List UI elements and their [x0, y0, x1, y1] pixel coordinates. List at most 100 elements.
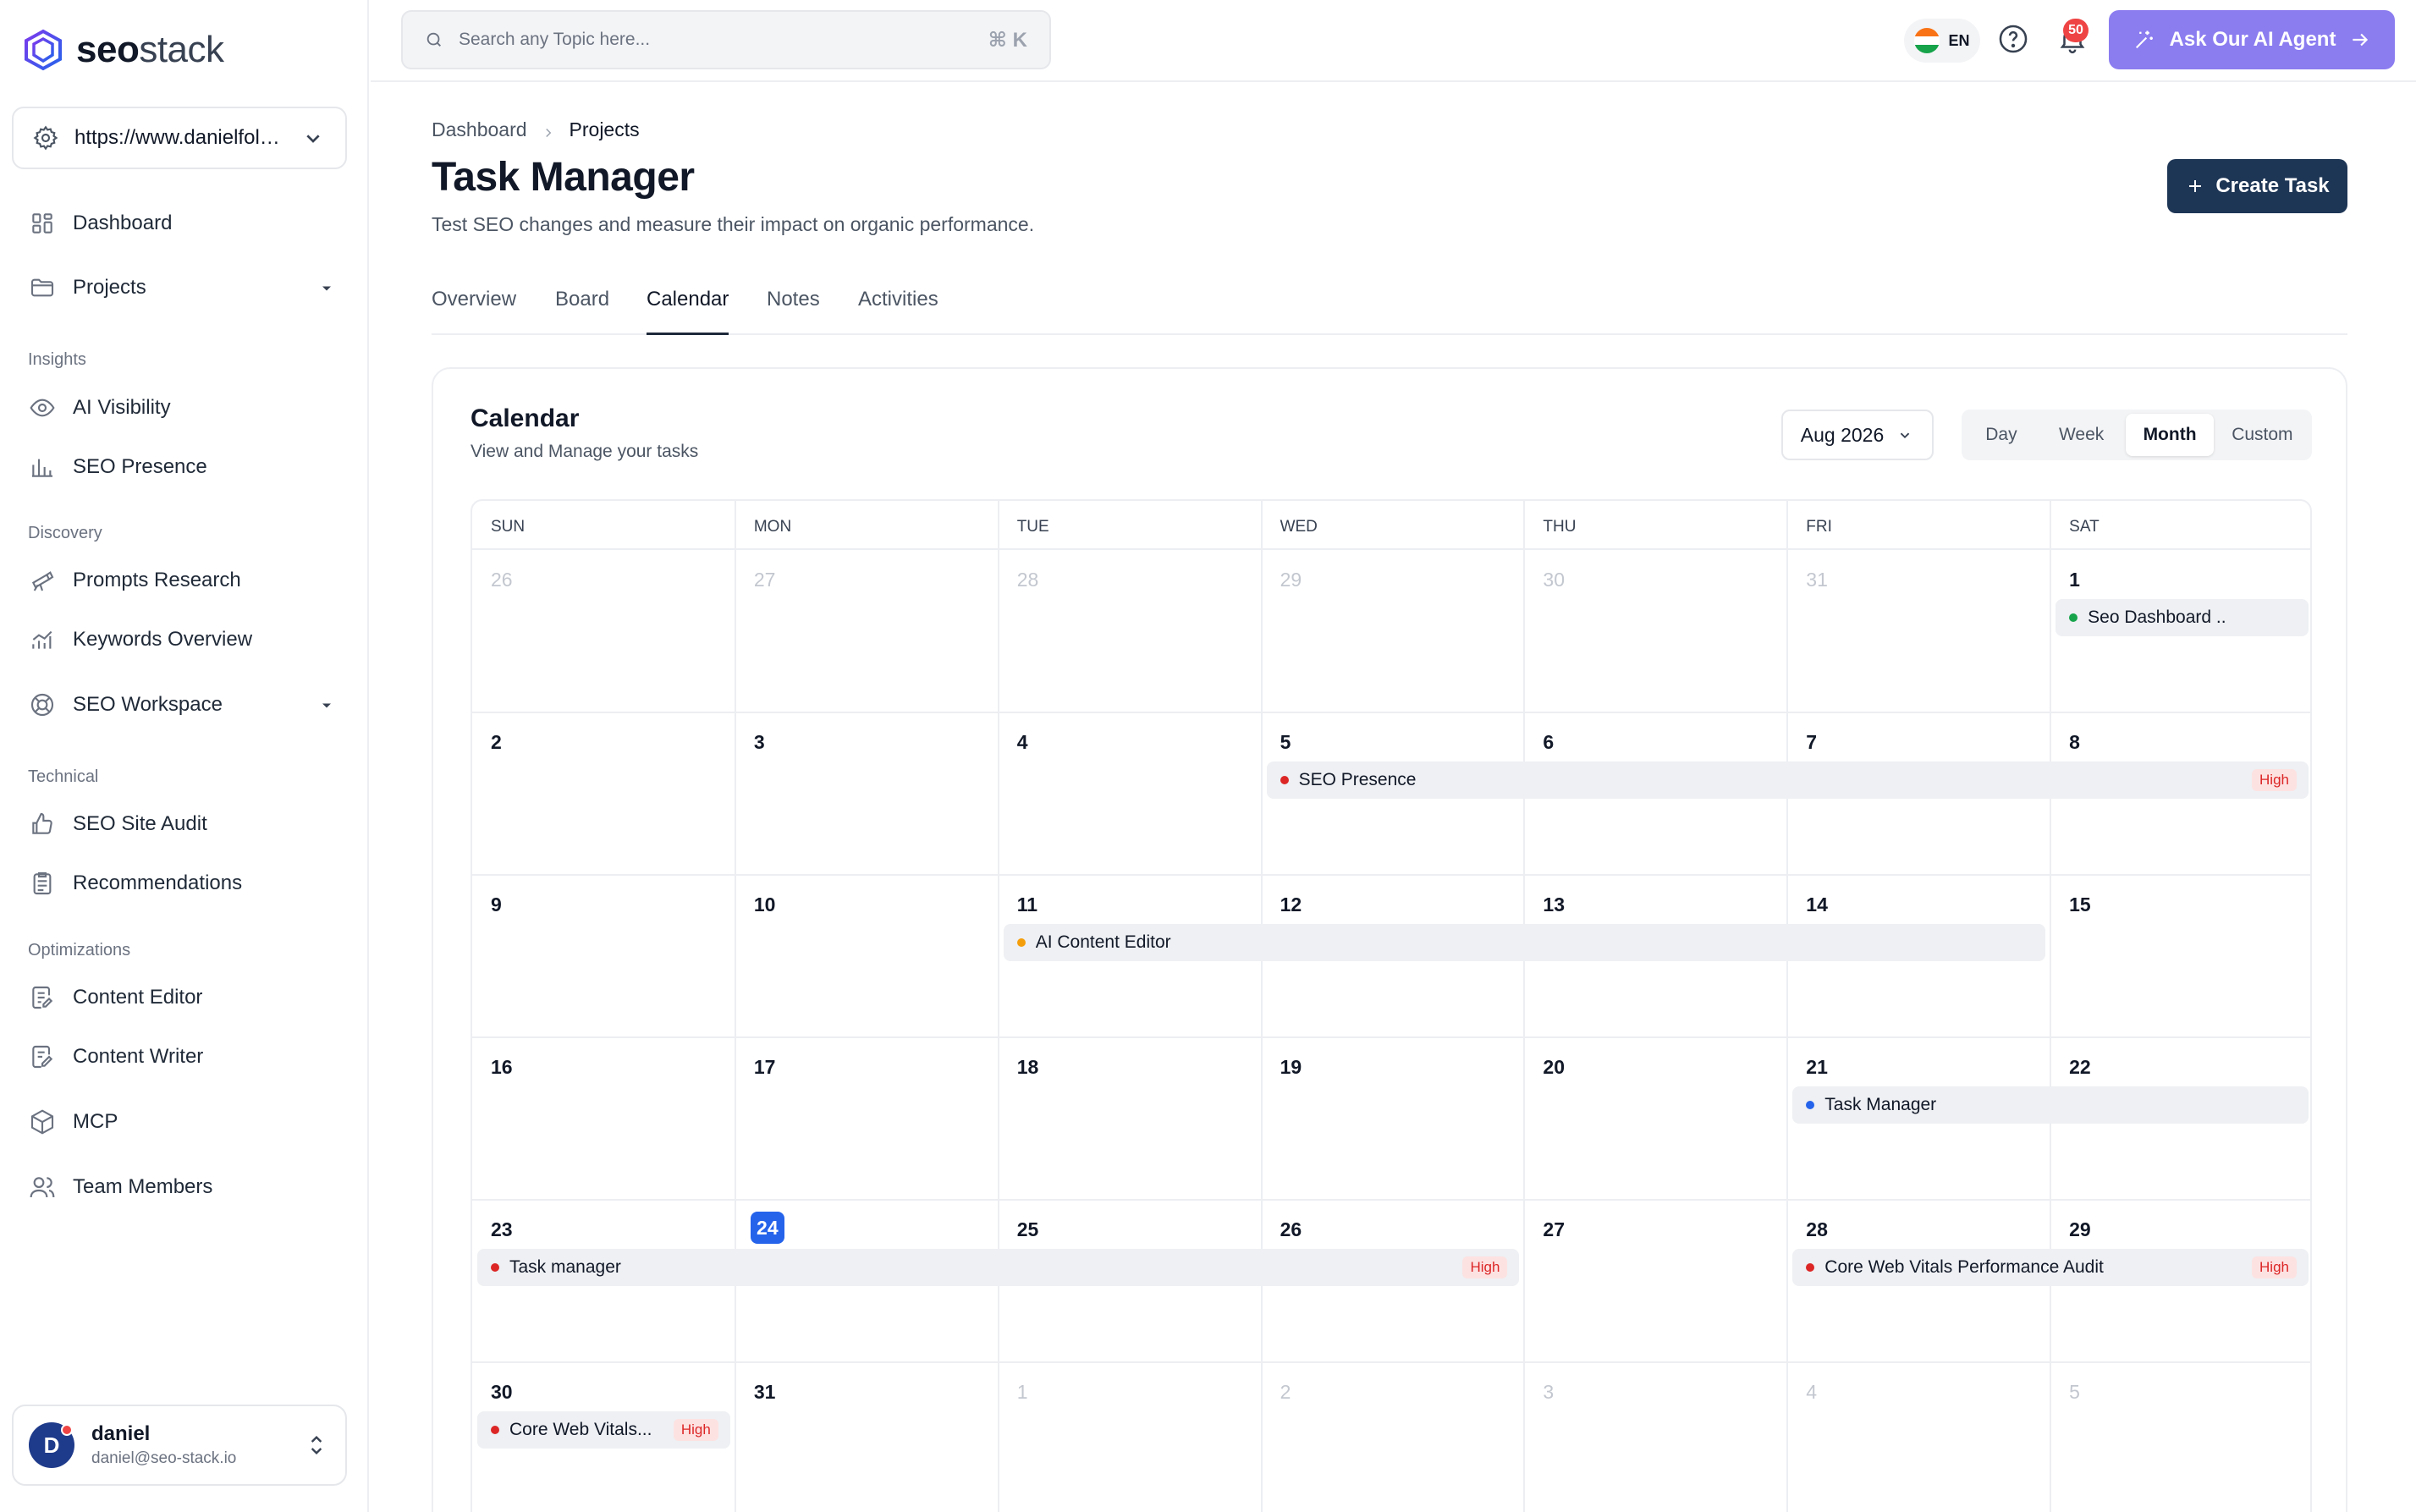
day-number[interactable]: 6	[1543, 731, 1554, 754]
day-number[interactable]: 3	[754, 731, 765, 754]
day-number[interactable]: 5	[1280, 731, 1291, 754]
sidebar-item-label: Prompts Research	[73, 569, 241, 591]
thumbs-up-icon	[29, 811, 56, 838]
day-number[interactable]: 4	[1806, 1381, 1817, 1404]
tab-notes[interactable]: Notes	[767, 288, 820, 335]
lifebuoy-icon	[29, 691, 56, 718]
ask-ai-agent-button[interactable]: Ask Our AI Agent	[2109, 10, 2395, 69]
create-task-button[interactable]: Create Task	[2167, 159, 2347, 213]
sidebar-item-label: Content Editor	[73, 986, 203, 1009]
day-number[interactable]: 3	[1543, 1381, 1554, 1404]
sidebar-item-dashboard[interactable]: Dashboard	[17, 198, 352, 249]
help-icon[interactable]	[1997, 23, 2029, 55]
day-number[interactable]: 31	[1806, 569, 1828, 591]
day-number[interactable]: 31	[754, 1381, 776, 1404]
day-number[interactable]: 28	[1806, 1218, 1828, 1241]
day-number[interactable]: 2	[1280, 1381, 1291, 1404]
day-number[interactable]: 8	[2069, 731, 2080, 754]
user-menu[interactable]: D daniel daniel@seo-stack.io	[12, 1405, 347, 1486]
sidebar-item-projects[interactable]: Projects	[17, 262, 352, 313]
site-selector[interactable]: https://www.danielfole...	[12, 107, 347, 169]
month-selector[interactable]: Aug 2026	[1781, 410, 1934, 460]
view-day[interactable]: Day	[1966, 414, 2037, 456]
language-selector[interactable]: EN	[1904, 19, 1980, 63]
day-number[interactable]: 21	[1806, 1056, 1828, 1079]
calendar-event[interactable]: Core Web Vitals Performance Audit High	[1792, 1249, 2309, 1286]
calendar-event[interactable]: SEO Presence High	[1266, 761, 2309, 799]
document-pen-icon	[29, 1043, 56, 1070]
day-number[interactable]: 10	[754, 893, 776, 916]
day-number[interactable]: 27	[754, 569, 776, 591]
tab-calendar[interactable]: Calendar	[647, 288, 729, 335]
search-input[interactable]: Search any Topic here... ⌘ K	[401, 10, 1051, 69]
tab-overview[interactable]: Overview	[432, 288, 516, 335]
caret-down-icon	[318, 279, 335, 296]
day-number[interactable]: 17	[754, 1056, 776, 1079]
day-number[interactable]: 1	[1017, 1381, 1028, 1404]
sidebar-item-mcp[interactable]: MCP	[17, 1097, 352, 1147]
sidebar-item-keywords-overview[interactable]: Keywords Overview	[17, 614, 352, 665]
page-title: Task Manager	[432, 155, 695, 200]
grid-column-divider	[734, 501, 736, 1512]
sidebar-item-prompts-research[interactable]: Prompts Research	[17, 555, 352, 606]
sidebar-item-content-writer[interactable]: Content Writer	[17, 1031, 352, 1082]
day-number[interactable]: 27	[1543, 1218, 1565, 1241]
calendar-event[interactable]: Task Manager	[1792, 1086, 2309, 1124]
sidebar-item-team-members[interactable]: Team Members	[17, 1162, 352, 1212]
day-number[interactable]: 25	[1017, 1218, 1039, 1241]
folder-icon	[29, 274, 56, 301]
tab-board[interactable]: Board	[555, 288, 609, 335]
day-number[interactable]: 18	[1017, 1056, 1039, 1079]
calendar-event[interactable]: AI Content Editor	[1003, 924, 2046, 961]
day-number[interactable]: 30	[491, 1381, 513, 1404]
create-task-label: Create Task	[2215, 174, 2330, 197]
breadcrumb-dashboard[interactable]: Dashboard	[432, 118, 527, 141]
day-number[interactable]: 9	[491, 893, 502, 916]
grid-column-divider	[1786, 501, 1789, 1512]
day-number[interactable]: 20	[1543, 1056, 1565, 1079]
day-number[interactable]: 13	[1543, 893, 1565, 916]
sidebar-item-seo-workspace[interactable]: SEO Workspace	[17, 679, 352, 730]
day-number[interactable]: 4	[1017, 731, 1028, 754]
day-number[interactable]: 22	[2069, 1056, 2091, 1079]
logo[interactable]: seostack	[22, 25, 224, 74]
day-number[interactable]: 26	[491, 569, 513, 591]
calendar-event[interactable]: Seo Dashboard ..	[2056, 599, 2309, 636]
event-title: Core Web Vitals...	[509, 1420, 652, 1439]
day-number[interactable]: 29	[1280, 569, 1302, 591]
eye-icon	[29, 394, 56, 421]
calendar-event[interactable]: Task manager High	[477, 1249, 1520, 1286]
sidebar-item-seo-site-audit[interactable]: SEO Site Audit	[17, 799, 352, 849]
day-number[interactable]: 12	[1280, 893, 1302, 916]
sidebar-item-recommendations[interactable]: Recommendations	[17, 858, 352, 909]
day-number[interactable]: 1	[2069, 569, 2080, 591]
priority-badge: High	[2252, 769, 2297, 791]
day-number[interactable]: 11	[1017, 893, 1037, 916]
arrow-right-icon	[2349, 29, 2371, 51]
day-number[interactable]: 23	[491, 1218, 513, 1241]
day-number[interactable]: 5	[2069, 1381, 2080, 1404]
day-number[interactable]: 30	[1543, 569, 1565, 591]
day-number[interactable]: 26	[1280, 1218, 1302, 1241]
view-month[interactable]: Month	[2126, 414, 2214, 456]
day-number[interactable]: 28	[1017, 569, 1039, 591]
day-number[interactable]: 15	[2069, 893, 2091, 916]
event-title: SEO Presence	[1298, 770, 1417, 789]
day-number-today[interactable]: 24	[750, 1212, 784, 1244]
day-number[interactable]: 7	[1806, 731, 1817, 754]
sidebar-item-seo-presence[interactable]: SEO Presence	[17, 442, 352, 492]
day-number[interactable]: 2	[491, 731, 502, 754]
day-number[interactable]: 14	[1806, 893, 1828, 916]
sidebar-item-ai-visibility[interactable]: AI Visibility	[17, 382, 352, 433]
chevron-right-icon	[541, 123, 556, 138]
calendar-event[interactable]: Core Web Vitals... High	[477, 1411, 730, 1449]
tab-activities[interactable]: Activities	[858, 288, 938, 335]
day-number[interactable]: 19	[1280, 1056, 1302, 1079]
breadcrumb-projects[interactable]: Projects	[570, 118, 640, 141]
sidebar-item-label: Projects	[73, 276, 146, 299]
view-week[interactable]: Week	[2040, 414, 2123, 456]
day-number[interactable]: 29	[2069, 1218, 2091, 1241]
day-number[interactable]: 16	[491, 1056, 513, 1079]
view-custom[interactable]: Custom	[2217, 414, 2308, 456]
sidebar-item-content-editor[interactable]: Content Editor	[17, 972, 352, 1023]
